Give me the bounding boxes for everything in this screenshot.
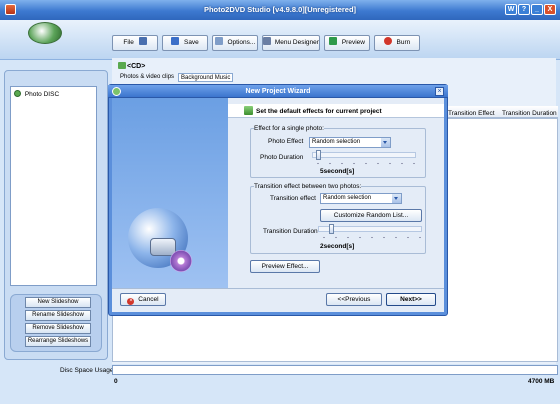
file-icon (138, 37, 147, 45)
save-icon (171, 37, 180, 45)
photo-duration-slider[interactable] (312, 150, 416, 160)
logo-icon (28, 22, 62, 44)
slideshow-tree[interactable]: Photo DISC (10, 86, 97, 286)
disc-space-max: 4700 MB (528, 378, 555, 385)
transition-effect-value: Random selection (323, 195, 372, 201)
minimize-button[interactable]: _ (531, 4, 543, 15)
disc-space-min: 0 (114, 378, 118, 385)
photo-duration-label: Photo Duration (260, 154, 304, 161)
options-icon (214, 37, 223, 45)
disc-art-icon (170, 250, 192, 272)
transition-group-label: Transition effect between two photos: (254, 183, 362, 190)
save-label: Save (183, 39, 199, 46)
cancel-icon: × (127, 298, 135, 305)
transition-effect-label: Transition effect (270, 195, 316, 202)
col-transition-effect[interactable]: Transition Effect (448, 110, 495, 117)
w-icon[interactable]: W (505, 4, 517, 15)
col-transition-duration[interactable]: Transition Duration (502, 110, 557, 117)
transition-duration-label: Transition Duration (263, 228, 318, 235)
tab-background-music[interactable]: Background Music (178, 73, 234, 82)
tree-item-label: Photo DISC (24, 91, 60, 98)
new-slideshow-button[interactable]: New Slideshow (25, 297, 91, 308)
transition-duration-slider[interactable] (318, 224, 422, 234)
preview-effect-button[interactable]: Preview Effect... (250, 260, 320, 273)
transition-duration-value: 2second[s] (320, 243, 355, 250)
rearrange-slideshows-button[interactable]: Rearrange Slideshows (25, 336, 91, 347)
wizard-close-button[interactable]: × (435, 87, 444, 96)
next-button[interactable]: Next>> (386, 293, 436, 306)
burn-button[interactable]: Burn (374, 35, 420, 51)
app-window: Photo2DVD Studio [v4.9.8.0][Unregistered… (0, 0, 560, 404)
tab-photos-video[interactable]: Photos & video clips (118, 73, 176, 82)
chevron-down-icon (392, 194, 401, 203)
transition-duration-ticks (318, 236, 422, 239)
disc-space-bar (112, 365, 558, 375)
wizard-title: New Project Wizard (108, 85, 448, 98)
single-photo-group-label: Effect for a single photo: (254, 125, 324, 132)
cd-label-text: <CD> (127, 63, 146, 70)
disc-space-label: Disc Space Usage: (60, 367, 116, 374)
preview-button[interactable]: Preview (324, 35, 370, 51)
options-button[interactable]: Options... (212, 35, 258, 51)
options-label: Options... (227, 39, 256, 46)
cancel-label: Cancel (138, 296, 159, 303)
transition-duration-thumb[interactable] (329, 224, 334, 234)
heading-icon (244, 106, 253, 115)
wizard-icon (112, 87, 121, 96)
previous-button[interactable]: <<Previous (326, 293, 382, 306)
app-icon (5, 4, 16, 15)
burn-icon (383, 37, 392, 45)
chevron-down-icon (381, 138, 390, 147)
tree-item-photo-disc[interactable]: Photo DISC (14, 90, 59, 98)
wizard-heading: Set the default effects for current proj… (256, 108, 382, 115)
photo-duration-value: 5second[s] (320, 168, 355, 175)
file-label: File (123, 39, 134, 46)
title-bar: Photo2DVD Studio [v4.9.8.0][Unregistered… (0, 0, 560, 20)
menu-designer-icon (263, 37, 272, 45)
preview-label: Preview (341, 39, 365, 46)
help-button[interactable]: ? (518, 4, 530, 15)
cd-icon (118, 62, 126, 69)
menu-designer-button[interactable]: Menu Designer (262, 35, 320, 51)
preview-icon (329, 37, 338, 45)
cd-label: <CD> (118, 62, 145, 70)
cancel-button[interactable]: × Cancel (120, 293, 166, 306)
rename-slideshow-button[interactable]: Rename Slideshow (25, 310, 91, 321)
photo-duration-ticks (312, 162, 416, 165)
customize-random-list-button[interactable]: Customize Random List... (320, 209, 422, 222)
close-button[interactable]: X (544, 4, 556, 15)
save-button[interactable]: Save (162, 35, 208, 51)
file-button[interactable]: File (112, 35, 158, 51)
photo-duration-thumb[interactable] (316, 150, 321, 160)
photo-effect-label: Photo Effect (268, 138, 304, 145)
transition-effect-select[interactable]: Random selection (320, 193, 402, 204)
burn-label: Burn (396, 39, 411, 46)
photo-effect-value: Random selection (312, 139, 361, 145)
menu-designer-label: Menu Designer (274, 39, 319, 46)
photo-effect-select[interactable]: Random selection (309, 137, 391, 148)
disc-icon (14, 90, 21, 97)
remove-slideshow-button[interactable]: Remove Slideshow (25, 323, 91, 334)
window-title: Photo2DVD Studio [v4.9.8.0][Unregistered… (203, 5, 357, 14)
